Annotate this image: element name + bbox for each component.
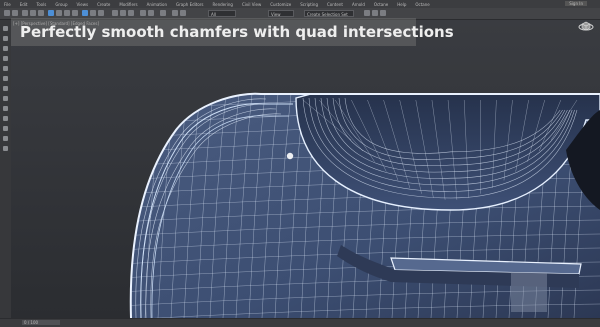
helper-icon[interactable] xyxy=(3,106,8,111)
window-crossing-icon[interactable] xyxy=(72,10,78,16)
scale-tool-icon[interactable] xyxy=(3,56,8,61)
menu-item-animation[interactable]: Animation xyxy=(147,2,167,7)
menu-item-modifiers[interactable]: Modifiers xyxy=(119,2,137,7)
menu-item-octane[interactable]: Octane xyxy=(415,2,429,7)
material-editor-icon[interactable] xyxy=(180,10,186,16)
menu-bar: File Edit Tools Group Views Create Modifiers An… xyxy=(0,0,600,8)
quad-intersection-point xyxy=(287,153,293,159)
render-icon[interactable] xyxy=(380,10,386,16)
perspective-viewport[interactable]: [+] [Perspective] [Standard] [Edged Face… xyxy=(11,20,600,318)
mirror-icon[interactable] xyxy=(140,10,146,16)
redo-icon[interactable] xyxy=(12,10,18,16)
menu-item-graph-editors[interactable]: Graph Editors xyxy=(176,2,203,7)
pivot-icon[interactable] xyxy=(3,76,8,81)
rect-select-icon[interactable] xyxy=(64,10,70,16)
select-icon[interactable] xyxy=(48,10,54,16)
feature-caption: Perfectly smooth chamfers with quad inte… xyxy=(11,18,416,46)
mesh-wireframe-view[interactable] xyxy=(11,20,600,318)
layer-icon[interactable] xyxy=(160,10,166,16)
scale-icon[interactable] xyxy=(98,10,104,16)
render-frame-icon[interactable] xyxy=(372,10,378,16)
menu-item-file[interactable]: File xyxy=(4,2,11,7)
menu-item-tools[interactable]: Tools xyxy=(36,2,46,7)
systems-icon[interactable] xyxy=(3,136,8,141)
render-setup-icon[interactable] xyxy=(364,10,370,16)
reference-coordinate-dropdown[interactable]: View xyxy=(268,10,294,17)
menu-item-edit[interactable]: Edit xyxy=(20,2,28,7)
align-icon[interactable] xyxy=(148,10,154,16)
named-selection-set-field[interactable]: Create Selection Set xyxy=(304,10,354,17)
blur-artifact xyxy=(511,272,547,312)
move-icon[interactable] xyxy=(82,10,88,16)
select-tool-icon[interactable] xyxy=(3,26,8,31)
place-tool-icon[interactable] xyxy=(3,66,8,71)
rotate-icon[interactable] xyxy=(90,10,96,16)
camera-icon[interactable] xyxy=(3,96,8,101)
menu-item-rendering[interactable]: Rendering xyxy=(213,2,233,7)
sign-in-button[interactable]: Sign In xyxy=(565,1,587,6)
link-icon[interactable] xyxy=(22,10,28,16)
menu-item-civil-view[interactable]: Civil View xyxy=(242,2,261,7)
menu-item-help[interactable]: Help xyxy=(397,2,406,7)
curve-editor-icon[interactable] xyxy=(172,10,178,16)
rotate-tool-icon[interactable] xyxy=(3,46,8,51)
menu-item-customize[interactable]: Customize xyxy=(270,2,291,7)
menu-item-arnold[interactable]: Arnold xyxy=(352,2,365,7)
select-by-name-icon[interactable] xyxy=(56,10,62,16)
shape-icon[interactable] xyxy=(3,116,8,121)
unlink-icon[interactable] xyxy=(30,10,36,16)
menu-item-scripting[interactable]: Scripting xyxy=(300,2,318,7)
geometry-icon[interactable] xyxy=(3,126,8,131)
menu-item-octane[interactable]: Octane xyxy=(374,2,388,7)
move-tool-icon[interactable] xyxy=(3,36,8,41)
menu-item-group[interactable]: Group xyxy=(55,2,67,7)
percent-snap-icon[interactable] xyxy=(128,10,134,16)
snaps-icon[interactable] xyxy=(112,10,118,16)
menu-item-views[interactable]: Views xyxy=(77,2,89,7)
light-icon[interactable] xyxy=(3,86,8,91)
selection-filter-dropdown[interactable]: All xyxy=(208,10,236,17)
menu-item-create[interactable]: Create xyxy=(97,2,110,7)
display-icon[interactable] xyxy=(3,146,8,151)
undo-icon[interactable] xyxy=(4,10,10,16)
time-slider-frame[interactable]: 0 / 100 xyxy=(22,320,60,325)
menu-item-content[interactable]: Content xyxy=(327,2,343,7)
viewcube-icon[interactable] xyxy=(578,16,594,35)
bind-icon[interactable] xyxy=(38,10,44,16)
angle-snap-icon[interactable] xyxy=(120,10,126,16)
